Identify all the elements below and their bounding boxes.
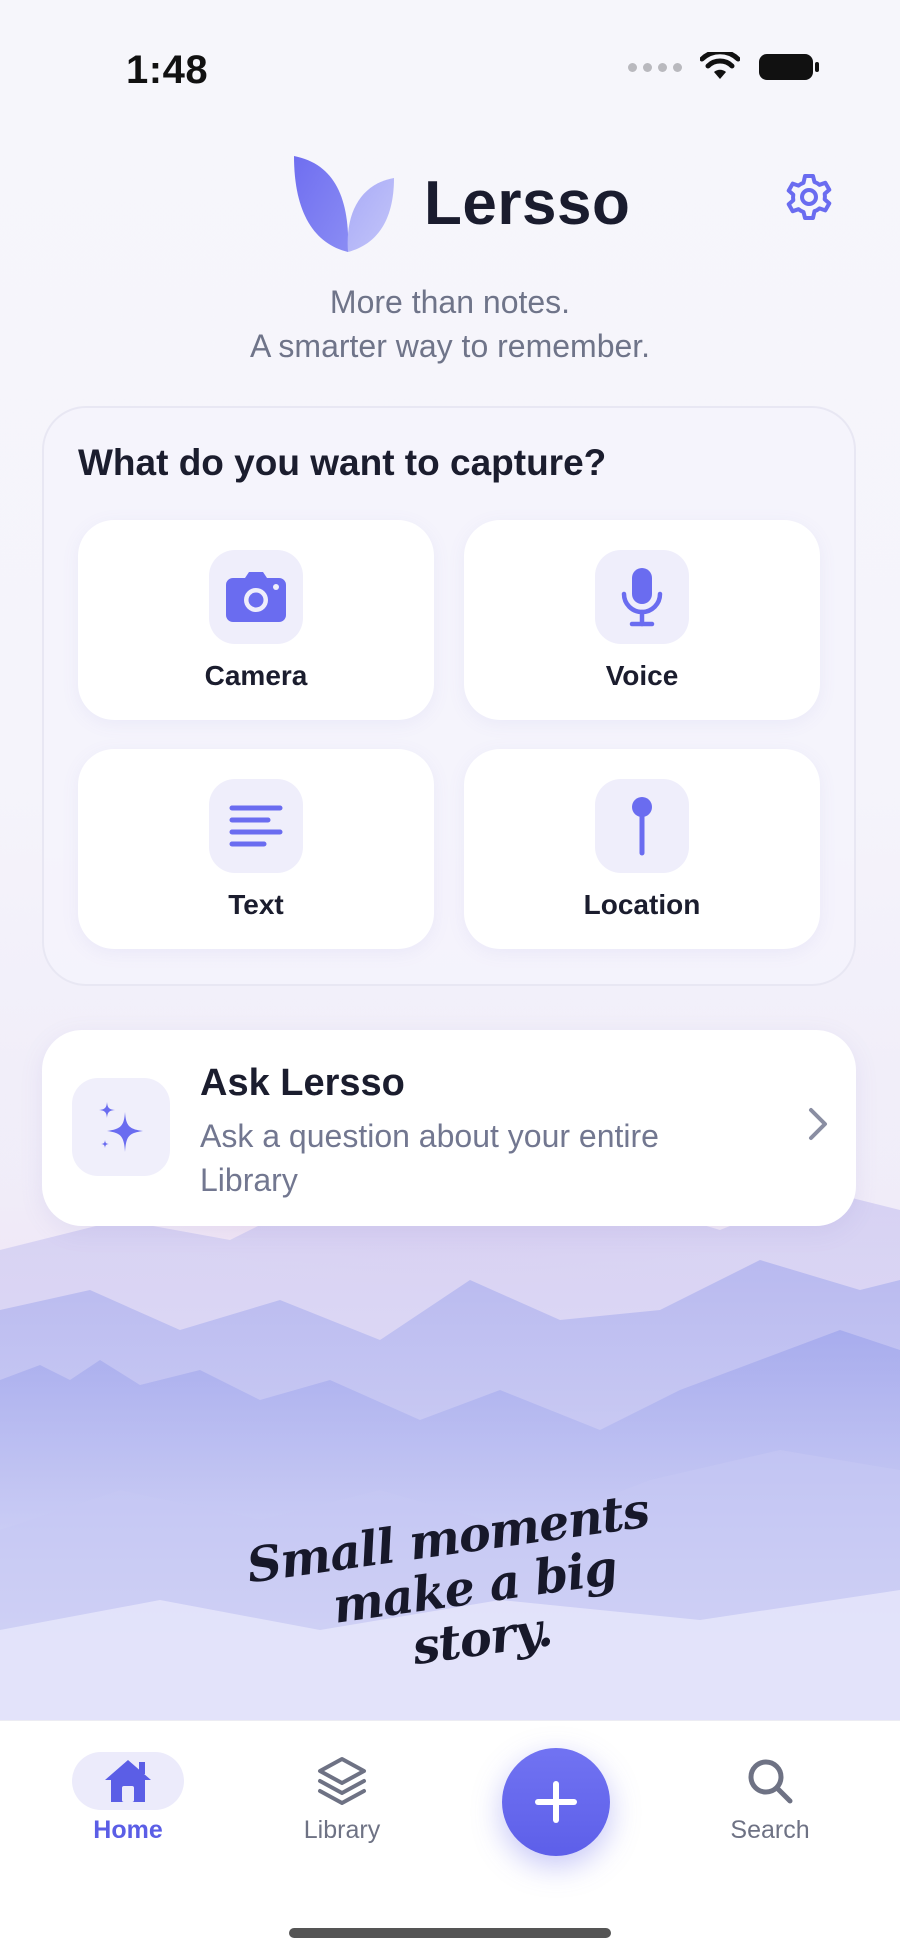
layers-icon — [318, 1757, 366, 1805]
search-icon — [748, 1759, 793, 1804]
nav-library-label: Library — [303, 1816, 381, 1844]
sparkles-icon — [72, 1078, 170, 1176]
status-time: 1:48 — [126, 48, 209, 92]
ask-lersso-card[interactable]: Ask Lersso Ask a question about your ent… — [42, 1030, 856, 1226]
home-indicator — [289, 1928, 611, 1938]
add-capture-button[interactable] — [502, 1748, 610, 1856]
battery-icon — [759, 54, 819, 80]
chevron-right-icon — [809, 1108, 827, 1140]
capture-title: What do you want to capture? — [78, 442, 607, 483]
ask-title: Ask Lersso — [200, 1062, 405, 1104]
app-title: Lersso — [424, 169, 631, 238]
capture-camera-button[interactable]: Camera — [78, 520, 434, 720]
wifi-icon — [700, 52, 740, 79]
nav-search[interactable]: Search — [700, 1752, 840, 1845]
home-icon — [105, 1760, 151, 1802]
camera-label: Camera — [204, 660, 308, 691]
status-icons — [628, 52, 820, 82]
capture-text-button[interactable]: Text — [78, 749, 434, 949]
location-label: Location — [583, 889, 701, 920]
text-lines-icon — [209, 779, 303, 873]
plus-icon — [535, 1781, 577, 1823]
ask-subtitle: Ask a question about your entire Library — [200, 1118, 659, 1198]
capture-voice-button[interactable]: Voice — [464, 520, 820, 720]
nav-home-label: Home — [93, 1816, 163, 1844]
logo-icon — [294, 156, 394, 252]
settings-gear-icon[interactable] — [784, 172, 834, 222]
signal-dots-icon — [628, 62, 682, 72]
pin-icon — [595, 779, 689, 873]
voice-label: Voice — [605, 660, 679, 691]
tagline-line-1: More than notes. — [329, 284, 571, 320]
text-label: Text — [228, 889, 284, 920]
nav-library[interactable]: Library — [272, 1752, 412, 1845]
capture-location-button[interactable]: Location — [464, 749, 820, 949]
home-active-pill — [72, 1752, 184, 1810]
tagline-line-2: A smarter way to remember. — [249, 328, 651, 364]
nav-home[interactable]: Home — [58, 1752, 198, 1845]
nav-search-label: Search — [730, 1816, 810, 1844]
microphone-icon — [595, 550, 689, 644]
camera-icon — [209, 550, 303, 644]
